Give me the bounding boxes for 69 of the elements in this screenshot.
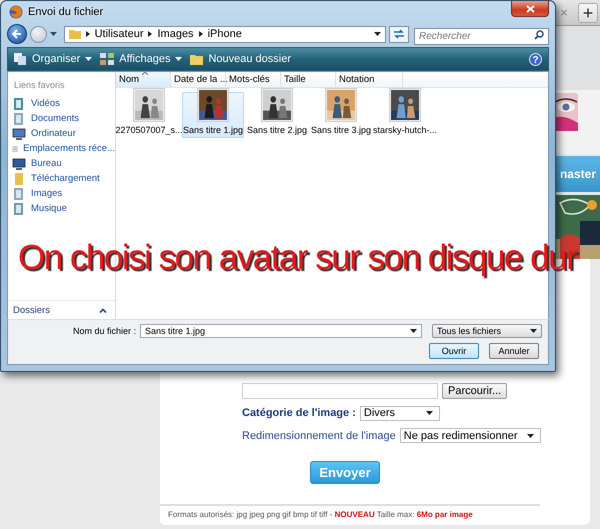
library-icon (12, 202, 26, 214)
address-bar[interactable]: Utilisateur Images iPhone (64, 26, 386, 42)
column-header[interactable]: Taille (281, 72, 336, 87)
dropdown-arrow-icon (374, 32, 382, 36)
new-tab-button[interactable]: + (578, 2, 598, 22)
dropdown-arrow-icon (530, 329, 537, 333)
caret-icon (175, 57, 182, 61)
caret-icon (50, 32, 57, 36)
select-field[interactable]: Divers (360, 406, 440, 420)
breadcrumb-item[interactable]: Utilisateur (94, 28, 144, 40)
section-heading: Liens favoris (13, 79, 66, 92)
refresh-icon (393, 29, 406, 39)
file-path-field[interactable] (242, 382, 438, 398)
footer-note: Formats autorisés: jpg jpeg png gif bmp tif tiff - NOUVEAU Taille max: 6Mo par image (160, 504, 540, 525)
folder-icon (12, 172, 26, 184)
folder-icon (190, 53, 204, 65)
close-icon (526, 4, 534, 12)
chevron-up-icon (99, 308, 107, 312)
refresh-button[interactable] (389, 26, 410, 42)
field-label: Catégorie de l'image : (242, 407, 356, 419)
sidebar-item[interactable]: Musique (8, 201, 115, 216)
sidebar-item[interactable]: Emplacements réce... (8, 141, 115, 156)
globe-icon (9, 5, 23, 19)
monitor-icon (12, 158, 26, 170)
file-name-field[interactable]: Sans titre 1.jpg (140, 324, 422, 338)
library-icon (12, 188, 26, 200)
close-button[interactable] (511, 1, 549, 17)
dropdown-arrow-icon (410, 329, 417, 333)
sidebar-item[interactable]: Images (8, 186, 115, 201)
field-label: Redimensionnement de l'image (242, 430, 396, 442)
sidebar-item[interactable]: Ordinateur (8, 126, 115, 141)
toolbar-button[interactable]: Affichages (100, 53, 182, 65)
back-button[interactable] (7, 24, 27, 44)
toolbar-button[interactable]: Nouveau dossier (190, 53, 292, 65)
dialog-button[interactable]: Ouvrir (429, 343, 479, 359)
help-button[interactable]: ? (529, 52, 542, 66)
chevron-icon (148, 31, 152, 37)
toolbar-button[interactable]: Organiser (14, 53, 92, 65)
window-title: Envoi du fichier (28, 6, 104, 18)
dropdown-arrow-icon (527, 434, 534, 438)
sidebar-item[interactable]: Vidéos (8, 96, 115, 111)
dropdown-arrow-icon (426, 411, 433, 415)
dialog-button[interactable]: Annuler (489, 343, 539, 359)
column-header[interactable]: Notation (336, 72, 403, 87)
library-icon (12, 98, 26, 110)
file-name-label: Nom du fichier : (72, 326, 136, 336)
pages-icon (14, 53, 27, 65)
column-header[interactable]: Nom (116, 72, 171, 87)
breadcrumb-item[interactable]: Images (157, 28, 194, 40)
column-header[interactable]: Date de la ... (171, 72, 226, 87)
caret-icon (85, 57, 92, 61)
select-field[interactable]: Ne pas redimensionner (400, 428, 542, 443)
folders-toggle[interactable]: Dossiers (13, 304, 50, 316)
column-header[interactable]: Mots-clés (226, 72, 281, 87)
search-icon (534, 30, 544, 40)
chevron-icon (86, 31, 90, 37)
chevron-icon (198, 31, 203, 37)
breadcrumb-item[interactable]: iPhone (208, 28, 242, 40)
search-field[interactable]: Rechercher (414, 28, 550, 44)
monitor-icon (12, 128, 26, 140)
sidebar-item[interactable]: Documents (8, 111, 115, 126)
file-type-select[interactable]: Tous les fichiers (432, 324, 542, 338)
library-icon (12, 112, 26, 124)
left-arrow-icon (12, 29, 22, 39)
browse-button[interactable]: Parcourir... (442, 382, 508, 398)
grid-icon (100, 53, 114, 65)
sidebar-item[interactable]: Bureau (8, 156, 115, 171)
folder-icon (68, 28, 81, 40)
sidebar-item[interactable]: Téléchargement (8, 171, 115, 186)
